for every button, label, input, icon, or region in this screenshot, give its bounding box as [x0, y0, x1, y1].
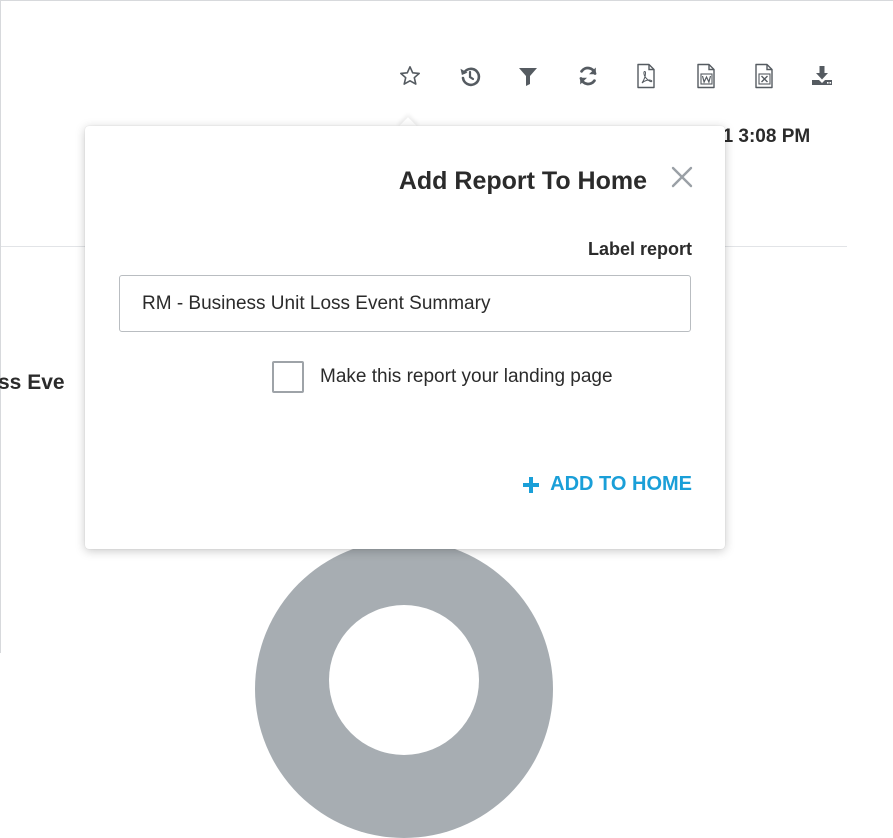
refresh-icon[interactable] [574, 62, 602, 90]
dialog-title: Add Report To Home [398, 167, 647, 195]
landing-page-option[interactable]: Make this report your landing page [272, 359, 613, 395]
close-button[interactable] [667, 162, 697, 192]
close-icon [671, 166, 693, 188]
panel-top-border [0, 0, 893, 1]
report-label-input[interactable] [119, 275, 691, 332]
panel-left-border [0, 0, 1, 653]
label-report-label: Label report [587, 239, 692, 259]
add-to-home-button[interactable]: ADD TO HOME [522, 473, 692, 496]
history-icon[interactable] [456, 62, 484, 90]
add-to-home-label: ADD TO HOME [550, 473, 692, 495]
star-icon[interactable] [396, 62, 424, 90]
plus-icon [523, 476, 540, 493]
landing-page-checkbox[interactable] [272, 361, 304, 393]
donut-chart-hole [329, 605, 479, 755]
pdf-icon[interactable] [632, 62, 660, 90]
excel-icon[interactable] [750, 62, 778, 90]
filter-icon[interactable] [514, 62, 542, 90]
word-icon[interactable] [692, 62, 720, 90]
landing-page-checkbox-label: Make this report your landing page [320, 366, 613, 387]
report-timestamp: 21 3:08 PM [712, 126, 811, 147]
add-to-home-popover: Add Report To Home Label report Make thi… [85, 126, 725, 549]
download-icon[interactable] [808, 62, 836, 90]
report-chart-title: ss Eve [0, 371, 65, 394]
